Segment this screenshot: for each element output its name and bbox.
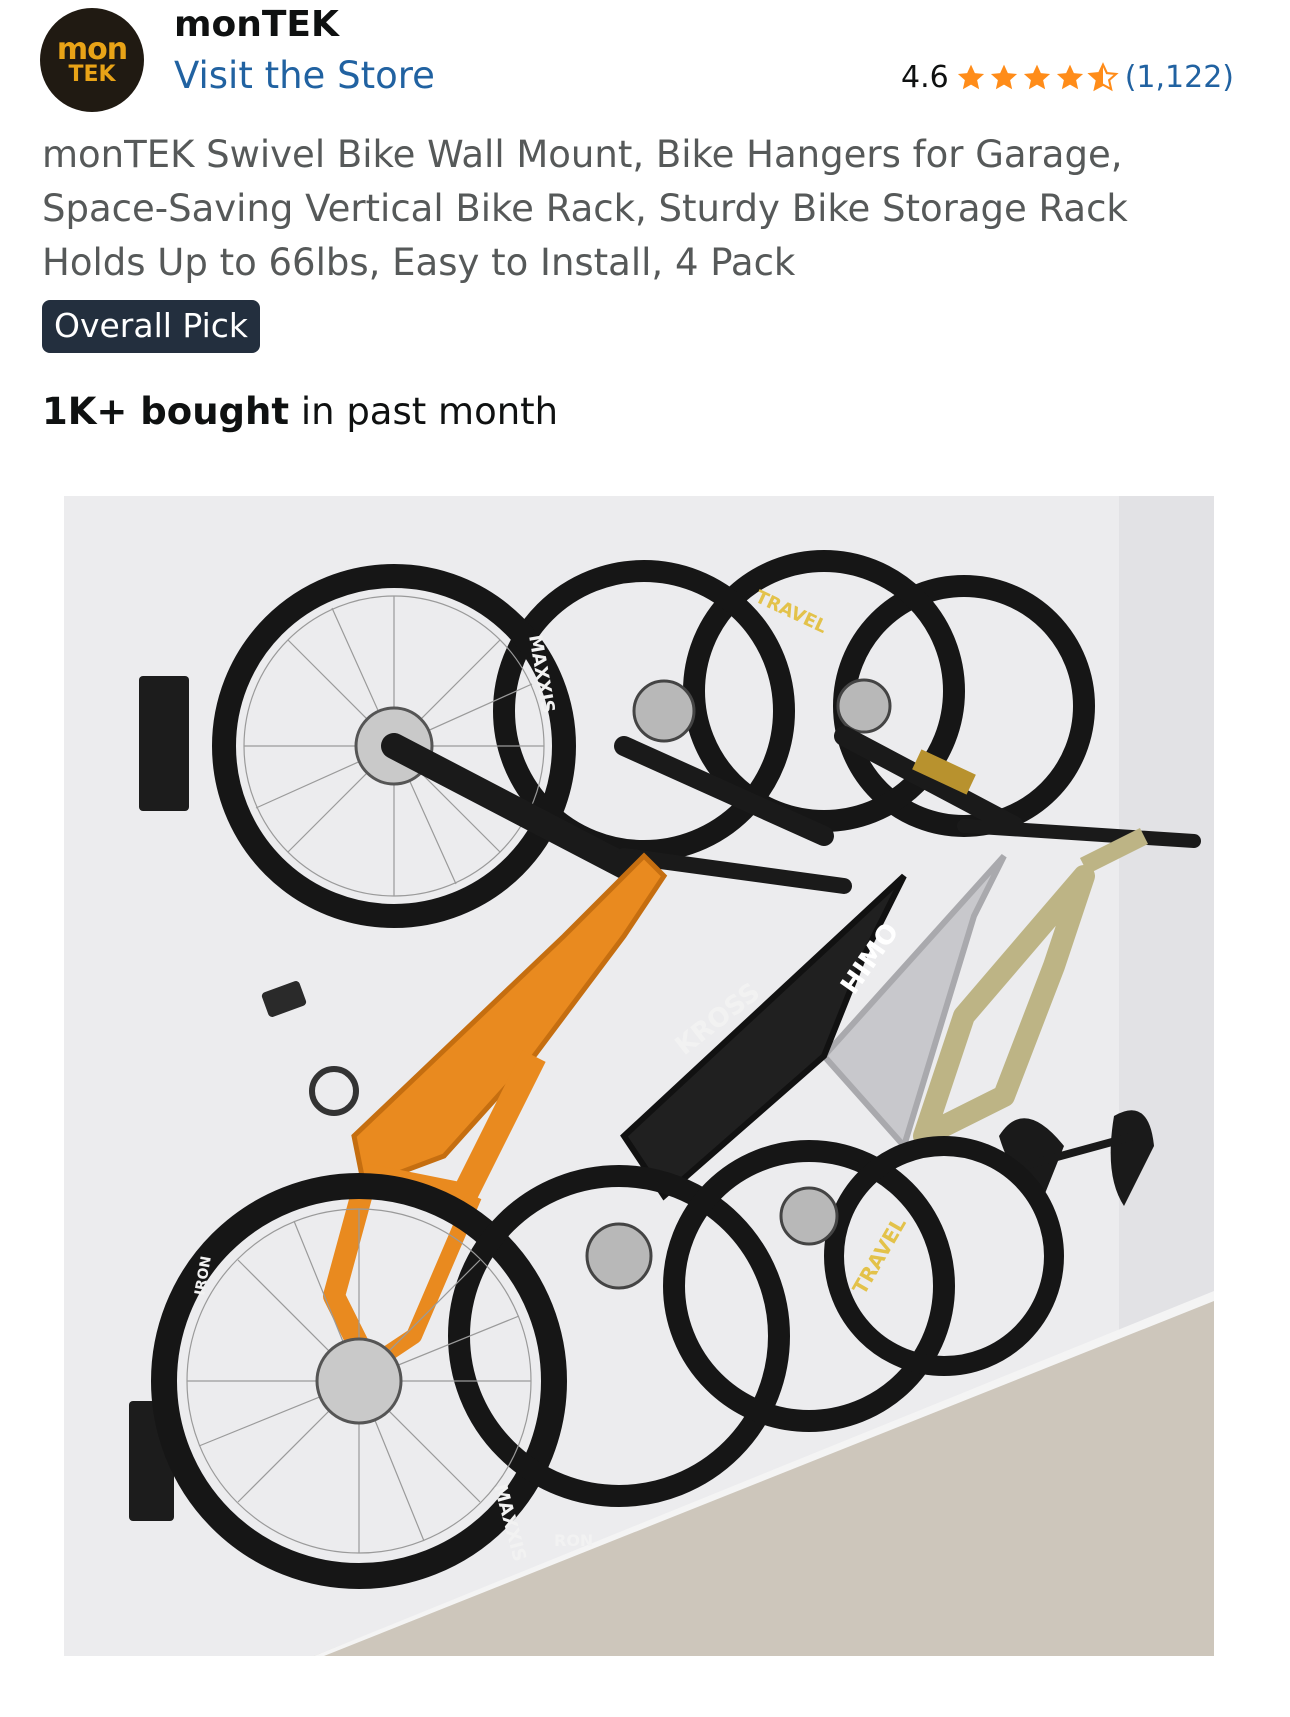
wall-mount-top	[139, 676, 189, 811]
product-title[interactable]: monTEK Swivel Bike Wall Mount, Bike Hang…	[42, 128, 1242, 290]
store-logo-text-bottom: TEK	[68, 61, 116, 87]
rating-value: 4.6	[900, 60, 949, 95]
star-half-icon	[1087, 61, 1119, 91]
purchase-count-rest: in past month	[289, 390, 559, 433]
tire-label-ron: RON	[554, 1531, 593, 1550]
star-icon-2	[990, 64, 1017, 89]
product-image[interactable]: MAXXIS TRAVEL IRON MAXXIS RON KROSS HIMO…	[64, 496, 1214, 1656]
star-rating-icons[interactable]	[955, 61, 1119, 94]
visit-store-link[interactable]: Visit the Store	[174, 54, 435, 97]
purchase-count-bold: 1K+ bought	[42, 390, 290, 433]
review-count-link[interactable]: (1,122)	[1125, 60, 1234, 95]
star-icon-3	[1023, 64, 1050, 89]
store-name[interactable]: monTEK	[174, 4, 339, 45]
purchase-count-text: 1K+ bought in past month	[42, 390, 558, 433]
rating-summary[interactable]: 4.6 (1,122)	[901, 60, 1234, 95]
overall-pick-badge: Overall Pick	[42, 300, 261, 353]
bike-rack-illustration: MAXXIS TRAVEL IRON MAXXIS RON KROSS HIMO…	[64, 496, 1214, 1656]
star-icon-1	[957, 64, 984, 89]
store-logo-text-top: mon	[56, 31, 128, 67]
star-icon-4	[1056, 64, 1083, 89]
store-logo[interactable]: mon TEK	[40, 8, 144, 112]
